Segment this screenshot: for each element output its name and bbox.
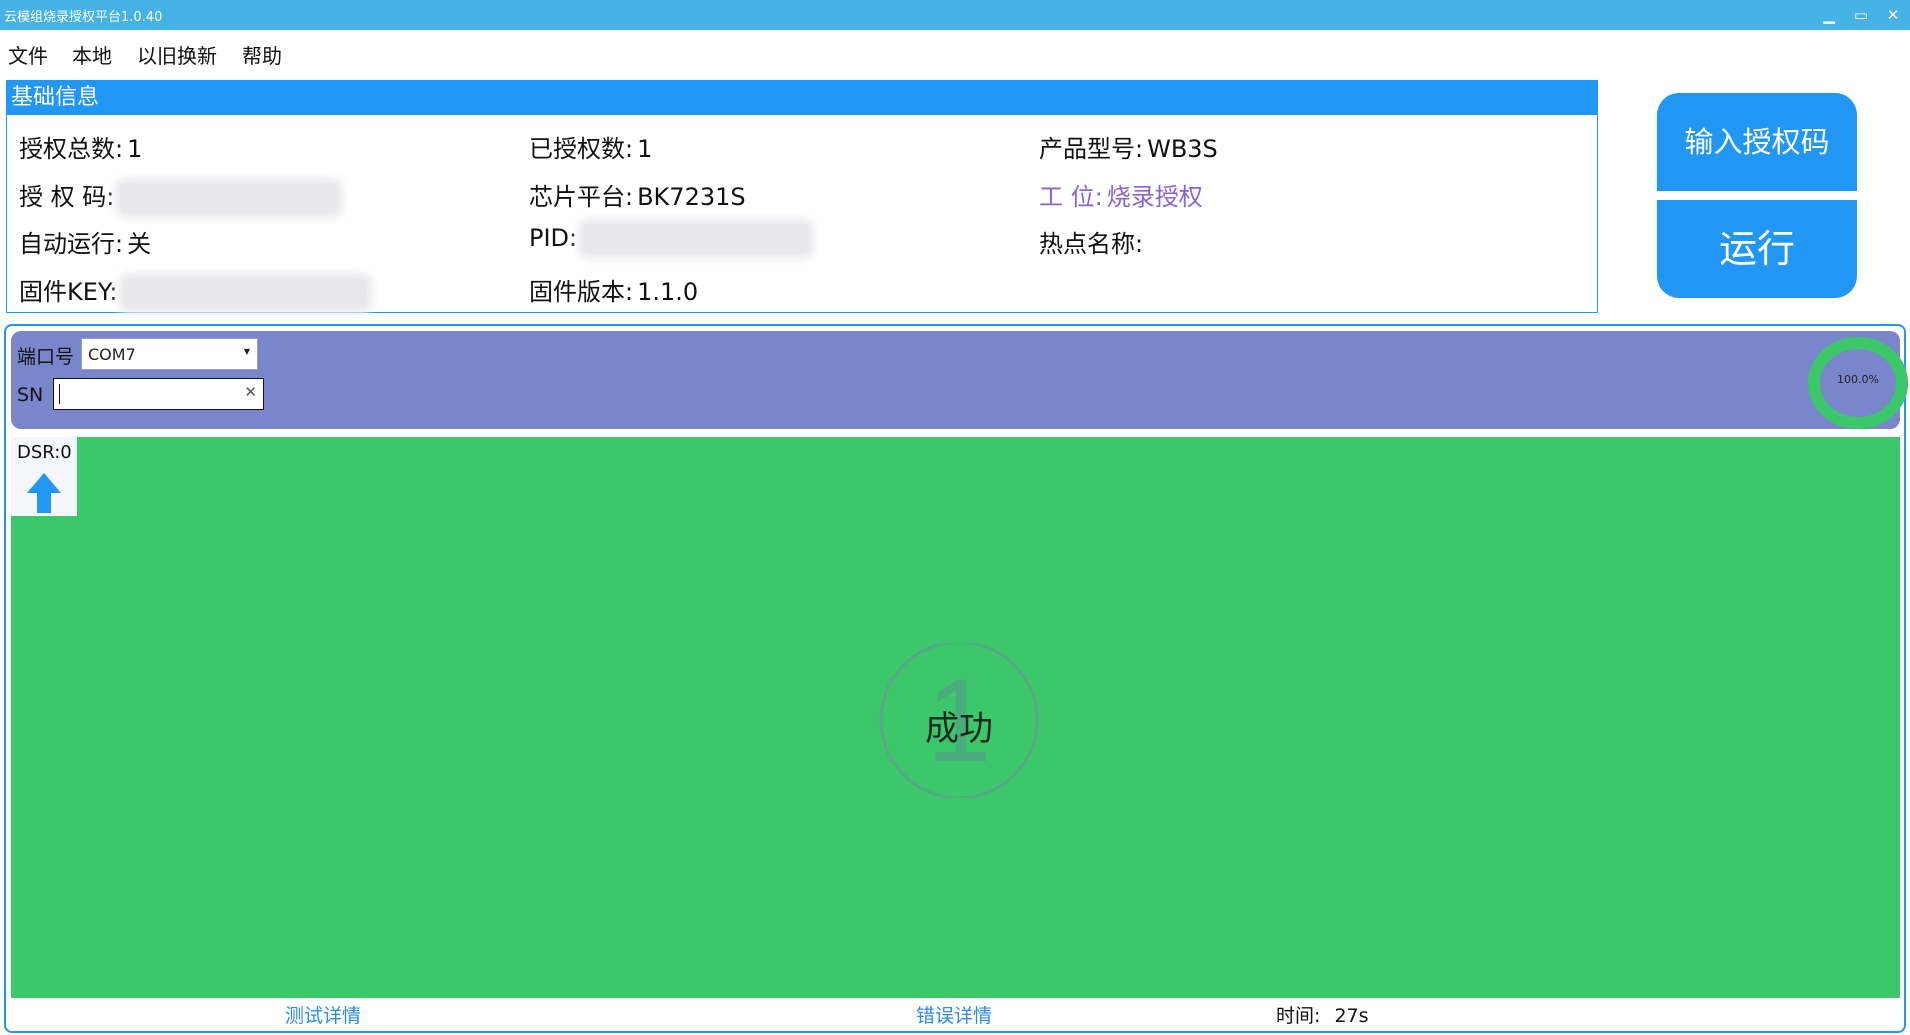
auth-total-value: 1	[127, 135, 143, 163]
port-select[interactable]: COM7 ▼	[81, 338, 258, 370]
autorun-label: 自动运行:	[19, 230, 124, 258]
pid: PID:	[529, 224, 810, 254]
dsr-label: DSR:0	[17, 442, 72, 463]
model-value: WB3S	[1147, 135, 1218, 163]
sn-input[interactable]: ✕	[53, 378, 264, 410]
run-button[interactable]: 运行	[1657, 200, 1857, 298]
menu-local[interactable]: 本地	[72, 40, 112, 69]
model-label: 产品型号:	[1039, 135, 1144, 163]
chip-value: BK7231S	[637, 183, 746, 211]
elapsed-time: 时间: 27s	[1276, 1001, 1369, 1028]
authorized-count: 已授权数: 1	[529, 129, 652, 164]
dsr-indicator: DSR:0	[11, 437, 77, 516]
authorized-value: 1	[637, 135, 653, 163]
port-select-value: COM7	[88, 345, 136, 364]
title-bar: 云模组烧录授权平台1.0.40 ▁ ▭ ✕	[0, 0, 1910, 30]
auth-code-label: 授 权 码:	[19, 183, 115, 211]
status-area: DSR:0 1 成功	[11, 437, 1900, 998]
test-details-link[interactable]: 测试详情	[285, 1001, 361, 1028]
menu-bar: 文件 本地 以旧换新 帮助	[0, 32, 1910, 68]
panel-header: 基础信息	[7, 81, 1597, 115]
progress-ring: 100.0%	[1808, 337, 1908, 429]
authorized-label: 已授权数:	[529, 135, 634, 163]
minimize-button[interactable]: ▁	[1816, 4, 1842, 26]
station: 工 位: 烧录授权	[1039, 177, 1203, 212]
chip-platform: 芯片平台: BK7231S	[529, 177, 746, 212]
result-text: 成功	[925, 709, 993, 749]
product-model: 产品型号: WB3S	[1039, 129, 1218, 164]
hotspot-name: 热点名称:	[1039, 224, 1143, 259]
text-cursor	[59, 384, 60, 404]
menu-help[interactable]: 帮助	[242, 40, 282, 69]
fw-version-value: 1.1.0	[637, 278, 699, 306]
auto-run: 自动运行: 关	[19, 224, 151, 259]
redacted-auth-code	[120, 183, 339, 213]
redacted-fw-key	[123, 278, 368, 308]
chevron-down-icon: ▼	[243, 347, 250, 356]
fw-key-label: 固件KEY:	[19, 278, 118, 306]
sn-label: SN	[17, 384, 44, 406]
firmware-key: 固件KEY:	[19, 272, 368, 308]
menu-file[interactable]: 文件	[8, 40, 48, 69]
clear-icon[interactable]: ✕	[244, 383, 257, 401]
close-button[interactable]: ✕	[1880, 4, 1906, 26]
redacted-pid	[583, 224, 810, 254]
progress-percent: 100.0%	[1837, 373, 1879, 386]
chip-label: 芯片平台:	[529, 183, 634, 211]
autorun-value: 关	[127, 230, 152, 258]
station-label: 工 位:	[1039, 183, 1103, 211]
auth-code: 授 权 码:	[19, 177, 339, 213]
port-label: 端口号	[17, 346, 75, 368]
menu-trade-in[interactable]: 以旧换新	[137, 40, 217, 69]
auth-total: 授权总数: 1	[19, 129, 142, 164]
work-panel: 端口号 COM7 ▼ SN ✕ 100.0% DSR:0 1 成功 测试详情 错…	[4, 324, 1908, 1033]
pid-label: PID:	[529, 224, 578, 252]
error-details-link[interactable]: 错误详情	[916, 1001, 992, 1028]
enter-auth-code-button[interactable]: 输入授权码	[1657, 93, 1857, 191]
auth-total-label: 授权总数:	[19, 135, 124, 163]
restore-button[interactable]: ▭	[1848, 4, 1874, 26]
time-value: 27s	[1334, 1005, 1369, 1027]
firmware-version: 固件版本: 1.1.0	[529, 272, 698, 307]
arrow-up-icon	[27, 473, 61, 513]
time-label: 时间:	[1276, 1005, 1321, 1027]
basic-info-panel: 基础信息 授权总数: 1 已授权数: 1 产品型号: WB3S 授 权 码: 芯片平台…	[6, 80, 1598, 313]
port-bar: 端口号 COM7 ▼ SN ✕ 100.0%	[11, 331, 1908, 429]
hotspot-label: 热点名称:	[1039, 230, 1144, 258]
fw-version-label: 固件版本:	[529, 278, 634, 306]
station-value: 烧录授权	[1106, 183, 1203, 211]
window-title: 云模组烧录授权平台1.0.40	[4, 10, 163, 25]
